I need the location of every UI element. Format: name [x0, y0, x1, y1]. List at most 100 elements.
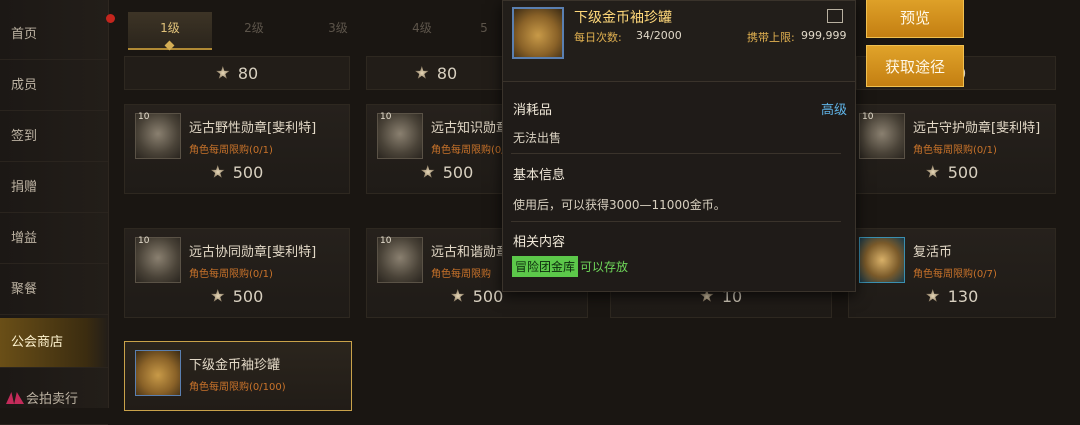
item-tooltip: 下级金币袖珍罐 每日次数: 34/2000 携带上限: 999,999 消耗品 … [502, 0, 856, 292]
sidebar: 首页 成员 签到 捐赠 增益 聚餐 公会商店 会拍卖行 [0, 0, 109, 425]
sidebar-item-buff[interactable]: 增益 [0, 214, 108, 264]
guild-coin-icon [925, 165, 940, 178]
card-price: 500 [232, 163, 264, 182]
card-price: 80 [436, 64, 458, 83]
item-name: 下级金币袖珍罐 [189, 358, 281, 373]
sell-status: 无法出售 [513, 131, 562, 145]
item-name: 远古协同勋章[斐利特] [189, 245, 317, 260]
stack-count: 10 [380, 112, 392, 122]
harmony-medal-icon: 10 [377, 236, 423, 283]
shop-card[interactable]: 10 远古野性勋章[斐利特] 角色每周限购(0/1) 500 [124, 104, 350, 194]
price-row: 500 [849, 163, 1055, 182]
tab-level-3[interactable]: 3级 [296, 12, 380, 48]
sidebar-item-label: 增益 [11, 231, 38, 246]
sidebar-item-label: 捐赠 [11, 180, 38, 195]
tab-level-4[interactable]: 4级 [380, 12, 464, 48]
revive-coin-icon [859, 237, 905, 283]
sidebar-item-donate[interactable]: 捐赠 [0, 163, 108, 213]
sidebar-item-guild-shop[interactable]: 公会商店 [0, 318, 108, 368]
auction-icon [6, 392, 24, 404]
tooltip-header: 下级金币袖珍罐 每日次数: 34/2000 携带上限: 999,999 [503, 1, 855, 82]
item-name: 远古知识勋章 [431, 121, 510, 136]
tab-label: 5 [480, 21, 488, 35]
shop-card-price-strip[interactable]: 80 [124, 56, 350, 90]
daily-count-value: 34/2000 [636, 29, 682, 42]
preview-button[interactable]: 预览 [866, 0, 964, 38]
price-row: 500 [125, 287, 349, 306]
item-name: 远古野性勋章[斐利特] [189, 121, 317, 136]
sidebar-item-label: 公会商店 [11, 335, 64, 350]
guild-coin-icon [925, 289, 940, 302]
get-path-button[interactable]: 获取途径 [866, 45, 964, 87]
guild-coin-icon [210, 289, 225, 302]
card-price: 500 [232, 287, 264, 306]
daily-count-label: 每日次数: [574, 31, 622, 44]
tab-level-1[interactable]: 1级 [128, 12, 212, 51]
item-name: 远古和谐勋章 [431, 245, 510, 260]
guard-medal-icon: 10 [859, 112, 905, 159]
tab-label: 2级 [244, 21, 264, 35]
sidebar-item-dinner[interactable]: 聚餐 [0, 265, 108, 315]
tab-label: 1级 [160, 21, 180, 35]
knowledge-medal-icon: 10 [377, 112, 423, 159]
guild-coin-icon [216, 66, 230, 79]
stack-count: 10 [862, 112, 874, 122]
item-category: 消耗品 [513, 103, 553, 118]
card-price: 500 [947, 163, 979, 182]
carry-limit-label: 携带上限: [747, 31, 795, 44]
sidebar-item-label: 会拍卖行 [26, 392, 79, 407]
carry-limit-value: 999,999 [801, 29, 847, 42]
item-grade: 高级 [820, 103, 847, 118]
notification-dot [106, 14, 115, 23]
gold-jar-icon [512, 7, 564, 59]
gold-jar-icon [135, 350, 181, 396]
share-icon[interactable] [827, 9, 843, 23]
tab-label: 3级 [328, 21, 348, 35]
divider [511, 221, 841, 222]
sidebar-item-label: 聚餐 [11, 282, 38, 297]
purchase-limit: 角色每周限购 [431, 269, 491, 280]
guild-coin-icon [450, 289, 465, 302]
use-effect-text: 使用后，可以获得3000—11000金币。 [513, 198, 726, 212]
storable-text: 可以存放 [580, 260, 629, 274]
storage-badge: 冒险团金库 [512, 256, 579, 277]
stack-count: 10 [138, 112, 150, 122]
wild-medal-icon: 10 [135, 112, 181, 159]
shop-card-price-strip[interactable]: 80 [366, 56, 506, 90]
stack-count: 10 [138, 236, 150, 246]
sidebar-item-home[interactable]: 首页 [0, 10, 108, 60]
tooltip-title: 下级金币袖珍罐 [574, 10, 672, 26]
guild-coin-icon [420, 165, 435, 178]
purchase-limit: 角色每周限购(0/1) [913, 145, 997, 156]
price-row: 500 [125, 163, 349, 182]
purchase-limit: 角色每周限购(0/1) [189, 145, 273, 156]
shop-card[interactable]: 10 远古协同勋章[斐利特] 角色每周限购(0/1) 500 [124, 228, 350, 318]
tab-level-5[interactable]: 5 [464, 12, 504, 48]
sidebar-item-auction[interactable]: 会拍卖行 [0, 375, 108, 425]
shop-card-selected[interactable]: 下级金币袖珍罐 角色每周限购(0/100) [124, 341, 352, 411]
shop-card[interactable]: 复活币 角色每周限购(0/7) 130 [848, 228, 1056, 318]
stack-count: 10 [380, 236, 392, 246]
sidebar-item-checkin[interactable]: 签到 [0, 112, 108, 162]
tab-label: 4级 [412, 21, 432, 35]
sidebar-item-label: 成员 [11, 78, 38, 93]
tab-level-2[interactable]: 2级 [212, 12, 296, 48]
card-price: 500 [442, 163, 474, 182]
sidebar-item-members[interactable]: 成员 [0, 61, 108, 111]
divider [511, 153, 841, 154]
shop-card[interactable]: 10 远古守护勋章[斐利特] 角色每周限购(0/1) 500 [848, 104, 1056, 194]
card-price: 130 [947, 287, 979, 306]
purchase-limit: 角色每周限购(0/100) [189, 382, 286, 393]
guild-coin-icon [210, 165, 225, 178]
purchase-limit: 角色每周限购(0/1) [189, 269, 273, 280]
sidebar-item-label: 签到 [11, 129, 38, 144]
guild-coin-icon [415, 66, 429, 79]
card-price: 500 [472, 287, 504, 306]
sidebar-item-label: 首页 [11, 27, 38, 42]
related-heading: 相关内容 [513, 235, 566, 250]
item-name: 复活币 [913, 245, 953, 260]
basic-info-heading: 基本信息 [513, 168, 566, 183]
price-row: 500 [387, 163, 507, 182]
shop-card[interactable]: 10 远古知识勋章 角色每周限购(0/1) 500 [366, 104, 515, 194]
item-name: 远古守护勋章[斐利特] [913, 121, 1041, 136]
